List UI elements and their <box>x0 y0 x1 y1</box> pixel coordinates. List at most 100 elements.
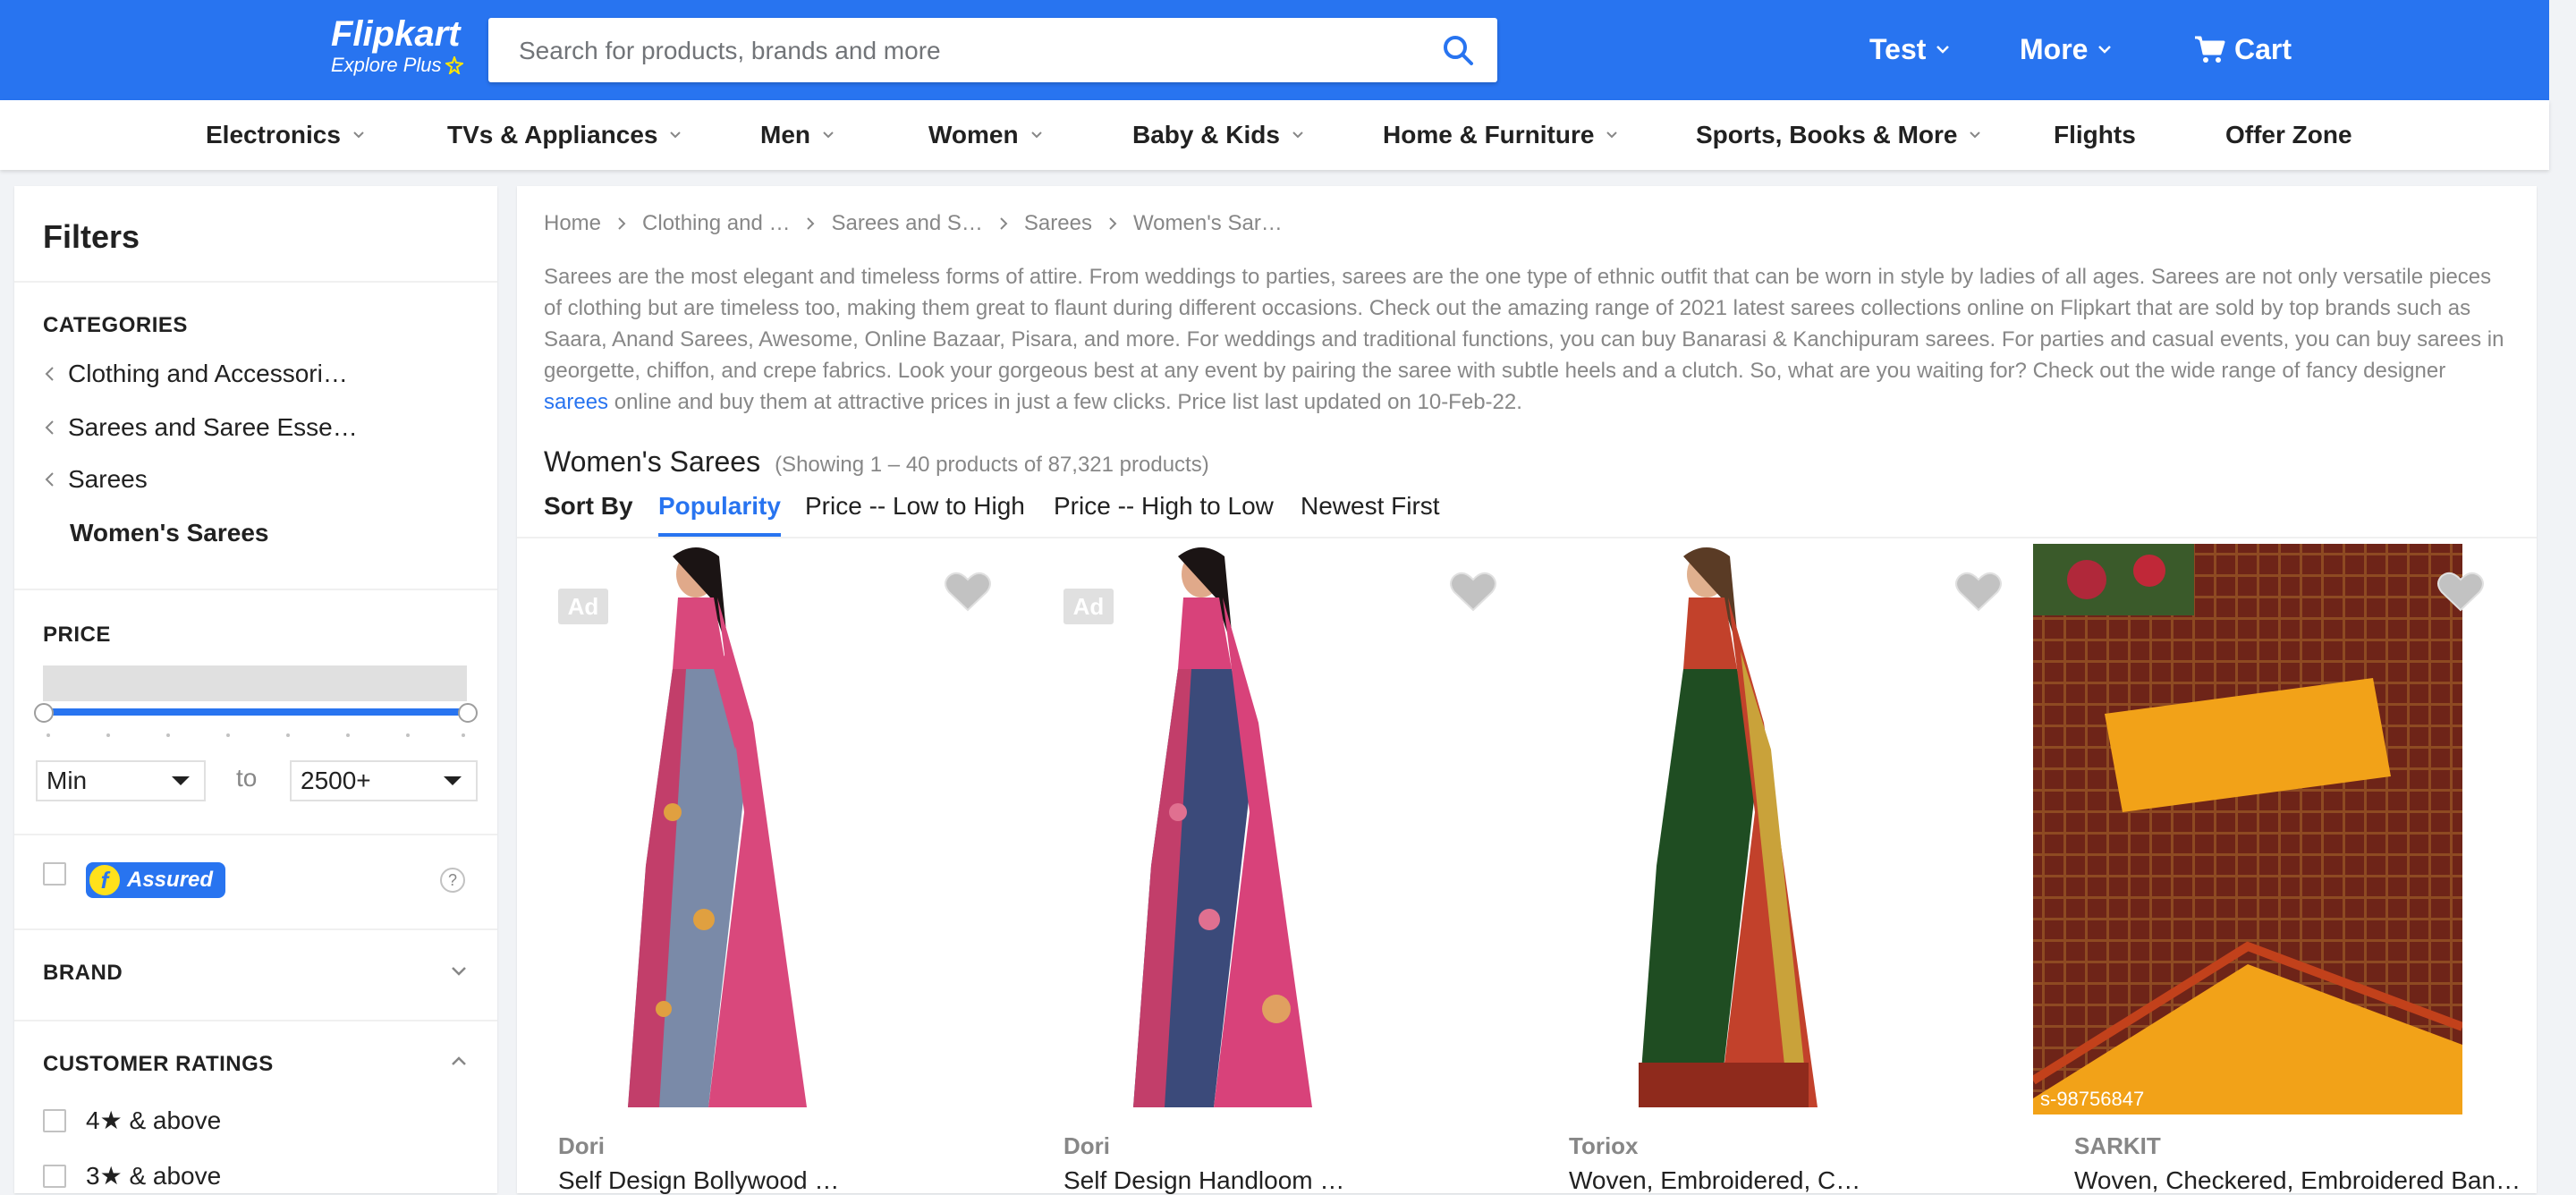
slider-tick <box>226 733 230 737</box>
nav-baby-kids[interactable]: Baby & Kids <box>1132 100 1305 170</box>
heart-icon[interactable] <box>2436 569 2485 614</box>
product-card[interactable]: Ad Dori Self Design Handloom … <box>1022 544 1528 1195</box>
flipkart-logo[interactable]: Flipkart Explore Plus <box>331 14 463 77</box>
category-sarees[interactable]: Sarees <box>43 465 148 494</box>
sort-price-high-low[interactable]: Price -- High to Low <box>1054 492 1274 533</box>
category-description: Sarees are the most elegant and timeless… <box>544 261 2512 418</box>
cart-icon <box>2195 36 2225 63</box>
nav-label: Women <box>928 121 1019 148</box>
breadcrumb-clothing[interactable]: Clothing and … <box>642 211 790 236</box>
heart-icon[interactable] <box>1449 569 1497 614</box>
account-menu[interactable]: Test <box>1869 27 1951 72</box>
heart-icon[interactable] <box>1954 569 2003 614</box>
slider-tick <box>462 733 465 737</box>
product-listing: Home Clothing and … Sarees and S… Sarees… <box>517 186 2538 1195</box>
price-slider-min-handle[interactable] <box>34 703 54 723</box>
search-icon[interactable] <box>1442 34 1474 66</box>
cart-button[interactable]: Cart <box>2193 27 2292 72</box>
rating-option-4[interactable]: 4★ & above <box>43 1106 221 1135</box>
chevron-right-icon <box>807 217 815 230</box>
slider-tick <box>166 733 170 737</box>
product-image[interactable] <box>1549 544 2012 1114</box>
cart-label: Cart <box>2234 33 2292 65</box>
price-slider-max-handle[interactable] <box>458 703 478 723</box>
product-image[interactable] <box>538 544 1002 1114</box>
saree-image <box>538 544 1002 1114</box>
sort-popularity[interactable]: Popularity <box>658 492 781 537</box>
breadcrumb-sarees-essentials[interactable]: Sarees and S… <box>831 211 982 236</box>
product-card[interactable]: Toriox Woven, Embroidered, C… <box>1528 544 2033 1195</box>
nav-offer-zone[interactable]: Offer Zone <box>2225 100 2352 170</box>
breadcrumb-home[interactable]: Home <box>544 211 601 236</box>
heart-icon[interactable] <box>944 569 992 614</box>
nav-men[interactable]: Men <box>760 100 835 170</box>
assured-checkbox[interactable] <box>43 862 66 886</box>
price-heading: PRICE <box>43 623 111 647</box>
assured-badge: f Assured <box>86 862 225 898</box>
category-sarees-essentials[interactable]: Sarees and Saree Esse… <box>43 413 358 442</box>
help-icon[interactable]: ? <box>440 868 465 893</box>
category-clothing-accessories[interactable]: Clothing and Accessori… <box>43 360 348 388</box>
price-max-value: 2500+ <box>301 767 371 794</box>
chevron-right-icon <box>1000 217 1008 230</box>
product-card[interactable]: s-98756847 SARKIT Woven, Checkered, Embr… <box>2033 544 2538 1195</box>
nav-label: Home & Furniture <box>1383 121 1595 148</box>
flipkart-f-icon: f <box>88 863 122 897</box>
filters-sidebar: Filters CATEGORIES Clothing and Accessor… <box>14 186 497 1193</box>
product-name[interactable]: Woven, Embroidered, C… <box>1569 1166 1860 1195</box>
product-card[interactable]: Ad Dori Self Design Bollywood … <box>517 544 1022 1195</box>
chevron-up-icon[interactable] <box>449 1052 469 1072</box>
nav-women[interactable]: Women <box>928 100 1044 170</box>
product-count: (Showing 1 – 40 products of 87,321 produ… <box>775 453 1209 477</box>
chevron-down-icon <box>670 131 682 139</box>
nav-sports-books[interactable]: Sports, Books & More <box>1696 100 1982 170</box>
product-name[interactable]: Self Design Bollywood … <box>558 1166 839 1195</box>
sarees-link[interactable]: sarees <box>544 390 608 414</box>
divider <box>14 589 497 590</box>
nav-tvs-appliances[interactable]: TVs & Appliances <box>447 100 682 170</box>
price-max-select[interactable]: 2500+ <box>290 760 478 801</box>
chevron-down-icon <box>1606 131 1618 139</box>
chevron-down-icon[interactable] <box>449 961 469 980</box>
customer-ratings-heading[interactable]: CUSTOMER RATINGS <box>43 1052 274 1077</box>
slider-tick <box>47 733 50 737</box>
sort-newest-first[interactable]: Newest First <box>1301 492 1440 533</box>
saree-image <box>1044 544 1507 1114</box>
plus-icon <box>445 56 463 74</box>
nav-flights[interactable]: Flights <box>2054 100 2136 170</box>
nav-label: TVs & Appliances <box>447 121 658 148</box>
breadcrumb-womens-sarees: Women's Sar… <box>1132 211 1283 235</box>
nav-label: Sports, Books & More <box>1696 121 1958 148</box>
product-name[interactable]: Self Design Handloom … <box>1063 1166 1344 1195</box>
description-text: Sarees are the most elegant and timeless… <box>544 265 2504 383</box>
rating-checkbox[interactable] <box>43 1108 66 1132</box>
brand-heading[interactable]: BRAND <box>43 961 123 986</box>
product-image[interactable]: s-98756847 <box>2033 544 2462 1114</box>
breadcrumb-sarees[interactable]: Sarees <box>1024 211 1092 236</box>
price-min-select[interactable]: Min <box>36 760 206 801</box>
nav-electronics[interactable]: Electronics <box>206 100 366 170</box>
description-text-end: online and buy them at attractive prices… <box>614 390 1522 414</box>
ad-badge: Ad <box>558 589 608 624</box>
more-menu[interactable]: More <box>2020 27 2113 72</box>
product-image[interactable] <box>1044 544 1507 1114</box>
chevron-down-icon <box>1292 131 1303 139</box>
nav-label: Electronics <box>206 121 341 148</box>
saree-image <box>1549 544 2012 1114</box>
nav-home-furniture[interactable]: Home & Furniture <box>1383 100 1619 170</box>
nav-label: Offer Zone <box>2225 121 2352 148</box>
product-brand: Dori <box>558 1132 605 1159</box>
chevron-down-icon <box>353 131 364 139</box>
slider-tick <box>346 733 350 737</box>
rating-option-3[interactable]: 3★ & above <box>43 1161 221 1191</box>
sort-price-low-high[interactable]: Price -- Low to High <box>805 492 1025 533</box>
product-name[interactable]: Woven, Checkered, Embroidered Ban… <box>2074 1166 2521 1195</box>
logo-subtitle: Explore Plus <box>331 54 463 77</box>
product-brand: Dori <box>1063 1132 1110 1159</box>
rating-checkbox[interactable] <box>43 1164 66 1188</box>
slider-tick <box>106 733 110 737</box>
price-slider-track[interactable] <box>43 708 467 716</box>
chevron-right-icon <box>618 217 626 230</box>
category-nav: Electronics TVs & Appliances Men Women B… <box>0 100 2549 170</box>
search-input[interactable] <box>517 18 1415 84</box>
